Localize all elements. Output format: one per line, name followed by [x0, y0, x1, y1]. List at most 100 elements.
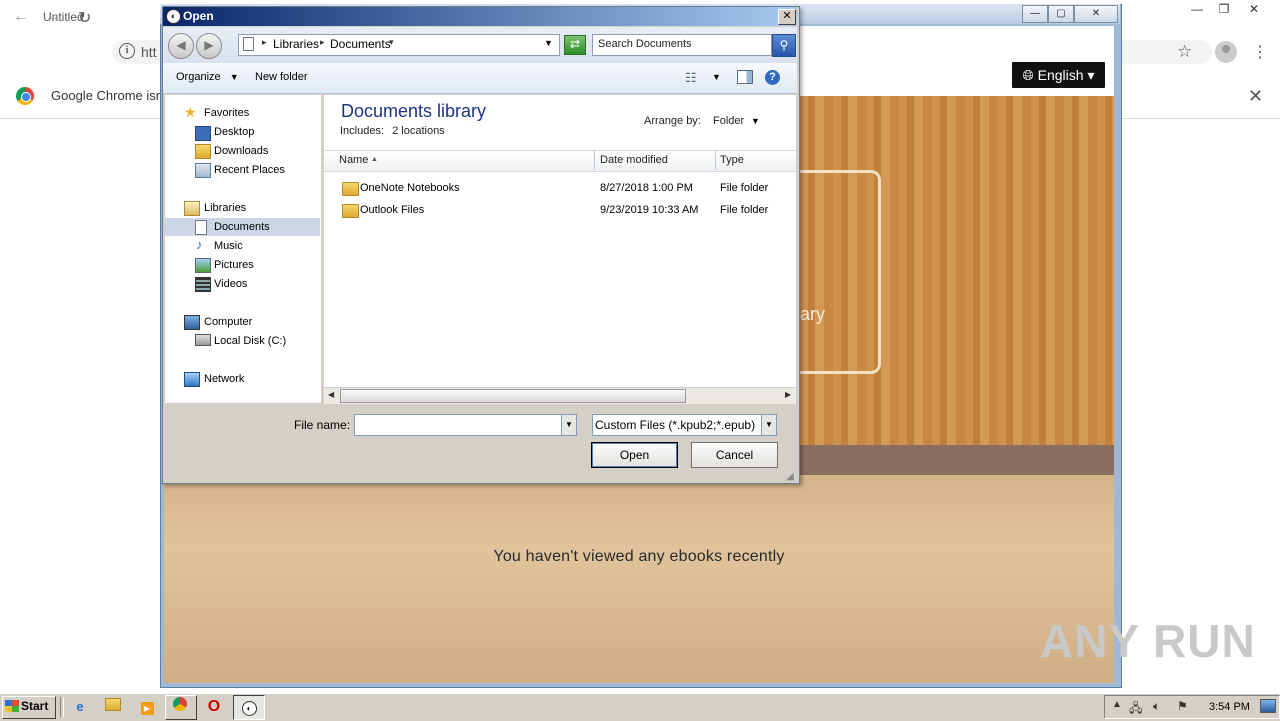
forward-arrow-icon[interactable]: → — [45, 8, 61, 26]
app-icon: ◐ — [166, 9, 181, 24]
file-date: 8/27/2018 1:00 PM — [600, 182, 693, 194]
view-options-dropdown-icon[interactable]: ▼ — [712, 72, 721, 82]
desktop-icon — [195, 126, 211, 141]
show-hidden-icons-icon[interactable]: ▲ — [1112, 699, 1122, 710]
internet-explorer-icon[interactable]: e — [70, 697, 90, 717]
app-maximize-button[interactable]: ▢ — [1048, 5, 1074, 23]
file-name: OneNote Notebooks — [360, 182, 460, 194]
table-row[interactable]: Outlook Files 9/23/2019 10:33 AM File fo… — [326, 201, 794, 221]
browser-minimize-button[interactable]: — — [1183, 0, 1211, 18]
arrange-by-value[interactable]: Folder — [713, 115, 744, 127]
breadcrumb-libraries[interactable]: Libraries — [273, 37, 319, 51]
file-name-input[interactable] — [354, 414, 564, 436]
documents-icon — [243, 37, 254, 51]
back-arrow-icon[interactable]: ← — [13, 8, 29, 26]
breadcrumb-separator-icon[interactable]: ▸ — [320, 37, 325, 48]
organize-button[interactable]: Organize ▼ — [176, 71, 239, 83]
resize-grip-icon[interactable]: ◢ — [786, 471, 794, 482]
folder-icon — [342, 182, 359, 196]
dialog-title: Open — [183, 9, 214, 23]
arrange-by-dropdown-icon[interactable]: ▼ — [751, 116, 760, 126]
music-icon: ♪ — [196, 237, 203, 252]
column-header-type[interactable]: Type — [720, 154, 744, 166]
volume-icon[interactable]: 🔈︎ — [1153, 699, 1160, 714]
preview-pane-icon[interactable] — [737, 70, 753, 84]
taskbar-clock[interactable]: 3:54 PM — [1209, 701, 1250, 713]
chrome-icon — [170, 697, 190, 717]
nav-item-videos[interactable]: Videos — [214, 278, 247, 290]
library-includes: Includes: 2 locations — [340, 125, 445, 137]
libraries-icon — [184, 201, 200, 216]
show-desktop-icon[interactable] — [1260, 699, 1276, 713]
action-center-flag-icon[interactable]: ⚑ — [1177, 699, 1188, 713]
open-button[interactable]: Open — [591, 442, 678, 468]
cancel-button[interactable]: Cancel — [691, 442, 778, 468]
start-label: Start — [21, 699, 49, 713]
nav-item-libraries[interactable]: Libraries — [204, 202, 246, 214]
back-button[interactable]: ◀ — [168, 33, 194, 59]
breadcrumb-separator-icon[interactable]: ▾ — [389, 37, 394, 48]
search-icon[interactable]: ⚲ — [772, 34, 796, 57]
nav-item-computer[interactable]: Computer — [204, 316, 252, 328]
help-icon[interactable]: ? — [765, 70, 780, 85]
dialog-close-button[interactable]: ✕ — [778, 9, 796, 25]
file-list-pane — [324, 95, 796, 403]
profile-avatar-icon[interactable] — [1215, 41, 1237, 63]
scrollbar-thumb[interactable] — [340, 389, 686, 403]
taskbar-separator — [60, 697, 64, 717]
browser-restore-button[interactable]: ❐ — [1210, 0, 1238, 18]
computer-icon — [184, 315, 200, 330]
app-minimize-button[interactable]: — — [1022, 5, 1048, 23]
caret-down-icon: ▼ — [229, 72, 239, 82]
nav-item-network[interactable]: Network — [204, 373, 244, 385]
local-disk-icon — [195, 334, 211, 346]
file-explorer-icon[interactable] — [103, 697, 123, 717]
media-player-icon[interactable]: ▶ — [137, 697, 157, 717]
nav-item-local-disk[interactable]: Local Disk (C:) — [214, 335, 286, 347]
infobar-close-icon[interactable]: ✕ — [1248, 86, 1263, 107]
app-close-button[interactable]: ✕ — [1074, 5, 1118, 23]
address-dropdown-icon[interactable]: ▼ — [544, 38, 553, 48]
navigation-pane — [165, 95, 321, 403]
file-name: Outlook Files — [360, 204, 425, 216]
column-divider[interactable] — [594, 150, 595, 170]
language-button[interactable]: 🌐︎ English ▾ — [1012, 62, 1105, 88]
nav-item-downloads[interactable]: Downloads — [214, 145, 268, 157]
site-info-icon[interactable]: i — [119, 43, 135, 59]
opera-icon[interactable]: O — [204, 697, 224, 717]
nav-item-music[interactable]: Music — [214, 240, 243, 252]
column-header-date-modified[interactable]: Date modified — [600, 154, 668, 166]
reload-icon[interactable]: ↻ — [78, 8, 91, 28]
nav-item-documents[interactable]: Documents — [214, 221, 270, 233]
refresh-icon[interactable]: ⇄ — [564, 35, 586, 55]
anyrun-watermark: ANY RUN — [1040, 615, 1256, 667]
browser-close-button[interactable]: ✕ — [1240, 0, 1268, 18]
includes-locations-link[interactable]: 2 locations — [392, 125, 445, 137]
file-name-dropdown-icon[interactable]: ▼ — [561, 414, 577, 436]
dialog-titlebar[interactable] — [163, 7, 797, 26]
scroll-left-arrow-icon[interactable]: ◀ — [328, 390, 334, 399]
nav-item-desktop[interactable]: Desktop — [214, 126, 254, 138]
breadcrumb-documents[interactable]: Documents — [330, 37, 391, 51]
column-divider[interactable] — [715, 150, 716, 170]
scroll-right-arrow-icon[interactable]: ▶ — [785, 390, 791, 399]
forward-button[interactable]: ▶ — [196, 33, 222, 59]
library-title: Documents library — [341, 101, 487, 121]
file-type-dropdown-icon[interactable]: ▼ — [761, 414, 777, 436]
new-folder-button[interactable]: New folder — [255, 71, 308, 83]
empty-recent-message: You haven't viewed any ebooks recently — [493, 548, 785, 565]
file-name-label: File name: — [294, 418, 351, 432]
column-header-name[interactable]: Name — [339, 154, 368, 166]
nav-item-recent-places[interactable]: Recent Places — [214, 164, 285, 176]
breadcrumb-separator-icon[interactable]: ▸ — [262, 37, 267, 48]
table-row[interactable]: OneNote Notebooks 8/27/2018 1:00 PM File… — [326, 179, 794, 199]
bookmark-star-icon[interactable]: ☆ — [1177, 42, 1192, 62]
nav-item-favorites[interactable]: Favorites — [204, 107, 249, 119]
network-icon — [184, 372, 200, 387]
nav-item-pictures[interactable]: Pictures — [214, 259, 254, 271]
browser-menu-icon[interactable]: ⋮ — [1252, 42, 1268, 62]
change-view-icon[interactable]: ☷ — [685, 70, 697, 86]
caret-down-icon: ▾ — [1087, 67, 1095, 83]
file-type: File folder — [720, 204, 769, 216]
network-tray-icon[interactable]: 🖧︎ — [1129, 699, 1142, 720]
